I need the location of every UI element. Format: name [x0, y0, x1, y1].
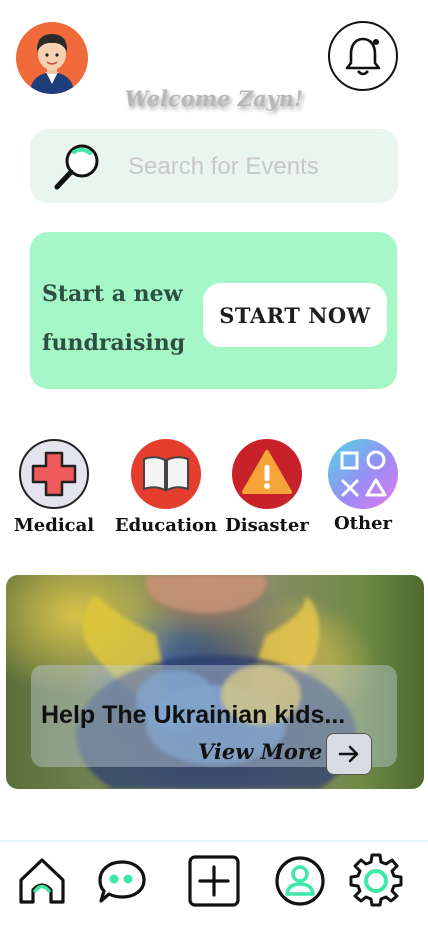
- campaign-banner[interactable]: Help The Ukrainian kids... View More: [6, 575, 424, 789]
- nav-divider: [0, 840, 428, 842]
- avatar-illustration: [30, 34, 74, 94]
- search-bar[interactable]: [30, 129, 398, 203]
- category-label: Medical: [13, 515, 95, 536]
- bell-icon: [345, 37, 381, 76]
- welcome-message: Welcome Zayn!: [124, 86, 304, 111]
- search-icon: [54, 144, 99, 190]
- category-medical[interactable]: Medical: [0, 439, 114, 536]
- fundraising-card: Start a new fundraising START NOW: [30, 232, 397, 389]
- nav-settings[interactable]: [348, 852, 404, 910]
- banner-caption: Help The Ukrainian kids... View More: [31, 665, 397, 775]
- plus-square-icon: [188, 855, 240, 907]
- warning-icon: [232, 439, 302, 509]
- nav-profile[interactable]: [272, 852, 328, 910]
- gear-icon: [349, 853, 403, 907]
- banner-title: Help The Ukrainian kids...: [41, 701, 346, 729]
- nav-add[interactable]: [186, 852, 242, 910]
- chat-icon: [98, 860, 146, 903]
- category-label: Other: [333, 513, 393, 534]
- nav-chat[interactable]: [94, 852, 150, 910]
- fundraising-text: Start a new fundraising: [42, 281, 186, 356]
- profile-icon: [275, 856, 325, 906]
- search-input[interactable]: [126, 147, 390, 187]
- arrow-right-icon: [338, 745, 359, 763]
- medical-cross-icon: [19, 439, 89, 509]
- book-icon: [131, 439, 201, 509]
- category-other[interactable]: Other: [303, 439, 423, 534]
- home-icon: [19, 858, 65, 904]
- view-more-link[interactable]: View More: [198, 739, 322, 764]
- playstation-shapes-icon: [328, 439, 398, 509]
- user-avatar[interactable]: [16, 22, 88, 94]
- start-now-button[interactable]: START NOW: [203, 283, 387, 347]
- notification-button[interactable]: [328, 21, 398, 91]
- view-more-button[interactable]: [326, 733, 372, 775]
- nav-home[interactable]: [14, 852, 70, 910]
